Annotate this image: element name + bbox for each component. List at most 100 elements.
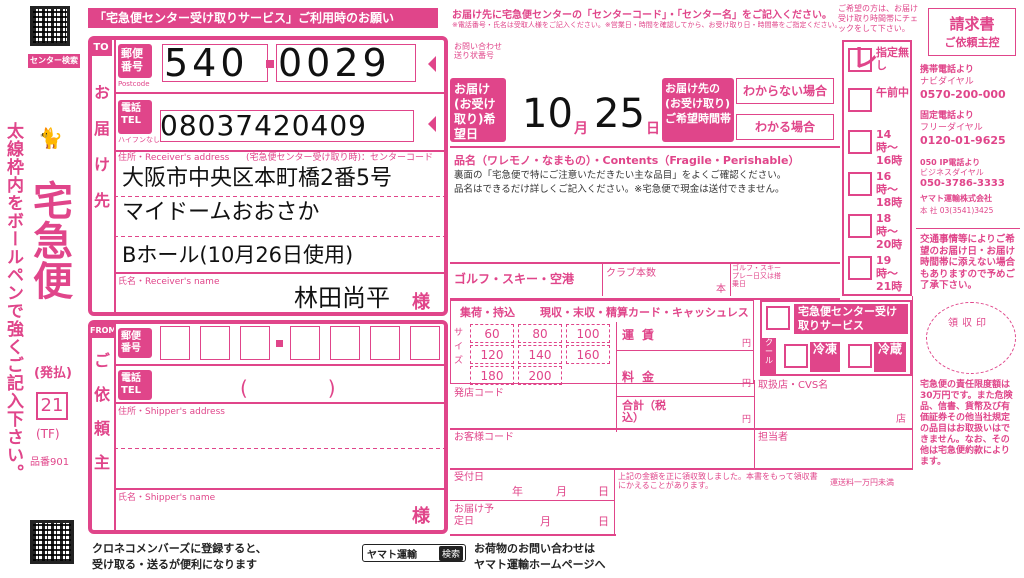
qr-code-top[interactable] xyxy=(30,6,70,46)
center-service-checkbox[interactable] xyxy=(766,306,790,330)
unknown-time-box: わからない場合 xyxy=(736,78,834,104)
delivery-day-unit: 日 xyxy=(646,121,660,137)
receipt-year: 年 xyxy=(512,485,523,498)
from-postal-box-2[interactable] xyxy=(200,326,230,360)
size-option[interactable]: 180 xyxy=(470,366,514,385)
golf-date-label: ゴルフ・スキープレー日又は搭乗日 xyxy=(732,264,781,288)
from-postal-box-7[interactable] xyxy=(410,326,440,360)
brand-name: 宅急便 xyxy=(26,180,72,300)
navi-label: ナビダイヤル xyxy=(920,77,974,87)
chilled-label: 冷蔵 xyxy=(874,342,906,372)
planned-month: 月 xyxy=(540,515,551,528)
qr-code-bottom[interactable] xyxy=(30,520,74,564)
receipt-month: 月 xyxy=(556,485,567,498)
from-postal-box-1[interactable] xyxy=(160,326,190,360)
tel-arrow-icon xyxy=(428,116,436,132)
inquiry-hp-line1: お荷物のお問い合わせは xyxy=(474,542,595,555)
fare-yen: 円 xyxy=(742,339,752,349)
time-slot-checkbox[interactable]: レ xyxy=(848,46,878,72)
delivery-month[interactable]: 10 xyxy=(522,92,573,136)
search-button[interactable]: 検索 xyxy=(438,546,463,561)
tf-label: (TF) xyxy=(36,427,60,441)
center-notice-sub: ※電話番号・氏名は受取人様をご記入ください。※営業日・時間を確認してから、お受け… xyxy=(452,21,842,29)
delivery-day[interactable]: 25 xyxy=(594,92,645,136)
customer-code-label: お客様コード xyxy=(454,432,514,443)
biz-number: 050-3786-3333 xyxy=(920,178,1005,189)
time-slot-checkbox[interactable] xyxy=(848,130,872,154)
inquiry-hp-line2: ヤマト運輸ホームページへ xyxy=(474,558,606,571)
to-address-line1[interactable]: 大阪市中央区本町橋2番5号 xyxy=(122,164,392,194)
free-number: 0120-01-9625 xyxy=(920,134,1006,147)
fare-label: 運賃 xyxy=(622,328,663,342)
center-service-label: 宅急便センター受け取りサービス xyxy=(794,304,908,334)
handling-shop-label: 取扱店・CVS名 xyxy=(758,380,829,391)
to-name[interactable]: 林田尚平 xyxy=(294,284,390,312)
shop-code-label: 発店コード xyxy=(454,388,504,399)
fee-yen: 円 xyxy=(742,379,752,389)
time-slot-label: 午前中 xyxy=(876,86,909,99)
total-label: 合計（税込） xyxy=(622,399,666,424)
to-postal-label: 郵便番号 xyxy=(118,44,152,78)
size-option[interactable]: 160 xyxy=(566,345,610,364)
receipt-stamp-circle[interactable] xyxy=(926,302,1016,374)
form-number: 21 xyxy=(36,392,68,420)
size-option[interactable]: 60 xyxy=(470,324,514,343)
planned-day: 日 xyxy=(598,515,609,528)
to-address-line3[interactable]: Bホール(10月26日使用) xyxy=(122,240,353,270)
time-slot-checkbox[interactable] xyxy=(848,256,872,280)
search-box[interactable]: ヤマト運輸 検索 xyxy=(362,544,466,562)
to-tel-label: 電話TEL xyxy=(118,100,152,134)
hq-phone: 本 社 03(3541)3425 xyxy=(920,206,994,215)
to-vertical-label: お届け先 xyxy=(91,84,110,228)
company-name: ヤマト運輸株式会社 xyxy=(920,194,992,203)
time-slot-checkbox[interactable] xyxy=(848,214,872,238)
size-option[interactable]: 100 xyxy=(566,324,610,343)
golf-label: ゴルフ・スキー・空港 xyxy=(454,272,575,286)
time-slot-checkbox[interactable] xyxy=(848,88,872,112)
time-slot-label: 19時〜21時 xyxy=(876,254,903,293)
invoice-title: 請求書 xyxy=(949,15,995,33)
kuroneko-line1: クロネコメンバーズに登録すると、 xyxy=(92,542,267,555)
frozen-checkbox[interactable] xyxy=(784,344,808,368)
size-option[interactable]: 120 xyxy=(470,345,514,364)
known-time-box: わかる場合 xyxy=(736,114,834,140)
center-search-label: センター検索 xyxy=(28,54,80,68)
size-option[interactable]: 140 xyxy=(518,345,562,364)
time-slot-label: 16時〜18時 xyxy=(876,170,903,209)
delivery-month-unit: 月 xyxy=(574,121,588,137)
total-yen: 円 xyxy=(742,415,752,425)
from-postal-box-3[interactable] xyxy=(240,326,270,360)
inquiry-label: お問い合わせ送り状番号 xyxy=(454,42,502,60)
fare-limit: 運送料一万円未満 xyxy=(830,478,894,487)
top-notice: 「宅急便センター受け取りサービス」ご利用時のお願い xyxy=(88,8,438,28)
from-postal-box-5[interactable] xyxy=(330,326,360,360)
postal-arrow-icon xyxy=(428,56,436,72)
to-label: TO xyxy=(90,40,112,56)
from-postal-box-6[interactable] xyxy=(370,326,400,360)
time-slot-label: 18時〜20時 xyxy=(876,212,903,251)
collection-header2: 現収・末収・精算カード・キャッシュレス xyxy=(540,306,749,319)
fixed-label: 固定電話より xyxy=(920,111,974,121)
time-slot-checkbox[interactable] xyxy=(848,172,872,196)
size-option[interactable]: 200 xyxy=(518,366,562,385)
collection-header: 集荷・持込 xyxy=(460,306,515,319)
to-address-line2[interactable]: マイドームおおさか xyxy=(122,198,319,228)
cat-logo-icon: 🐈 xyxy=(38,126,63,150)
center-notice: お届け先に宅急便センターの「センターコード」・「センター名」をご記入ください。 xyxy=(452,10,832,21)
size-label: サイズ xyxy=(454,328,464,366)
staff-label: 担当者 xyxy=(758,432,788,443)
time-slot-label: 指定無し xyxy=(876,46,909,72)
time-slot-label: 14時〜16時 xyxy=(876,128,903,167)
from-label: FROM xyxy=(90,324,116,338)
from-tel-paren[interactable]: ( ) xyxy=(240,372,336,401)
chilled-checkbox[interactable] xyxy=(848,344,872,368)
from-postal-box-4[interactable] xyxy=(290,326,320,360)
cool-label: クール xyxy=(762,338,776,374)
from-name-label: 氏名・Shipper's name xyxy=(118,493,216,503)
from-sama: 様 xyxy=(412,506,430,527)
to-address-label: 住所・Receiver's address xyxy=(118,153,230,163)
mobile-label: 携帯電話より xyxy=(920,65,974,75)
from-tel-label: 電話TEL xyxy=(118,370,152,400)
size-option[interactable]: 80 xyxy=(518,324,562,343)
to-sama: 様 xyxy=(412,292,430,313)
